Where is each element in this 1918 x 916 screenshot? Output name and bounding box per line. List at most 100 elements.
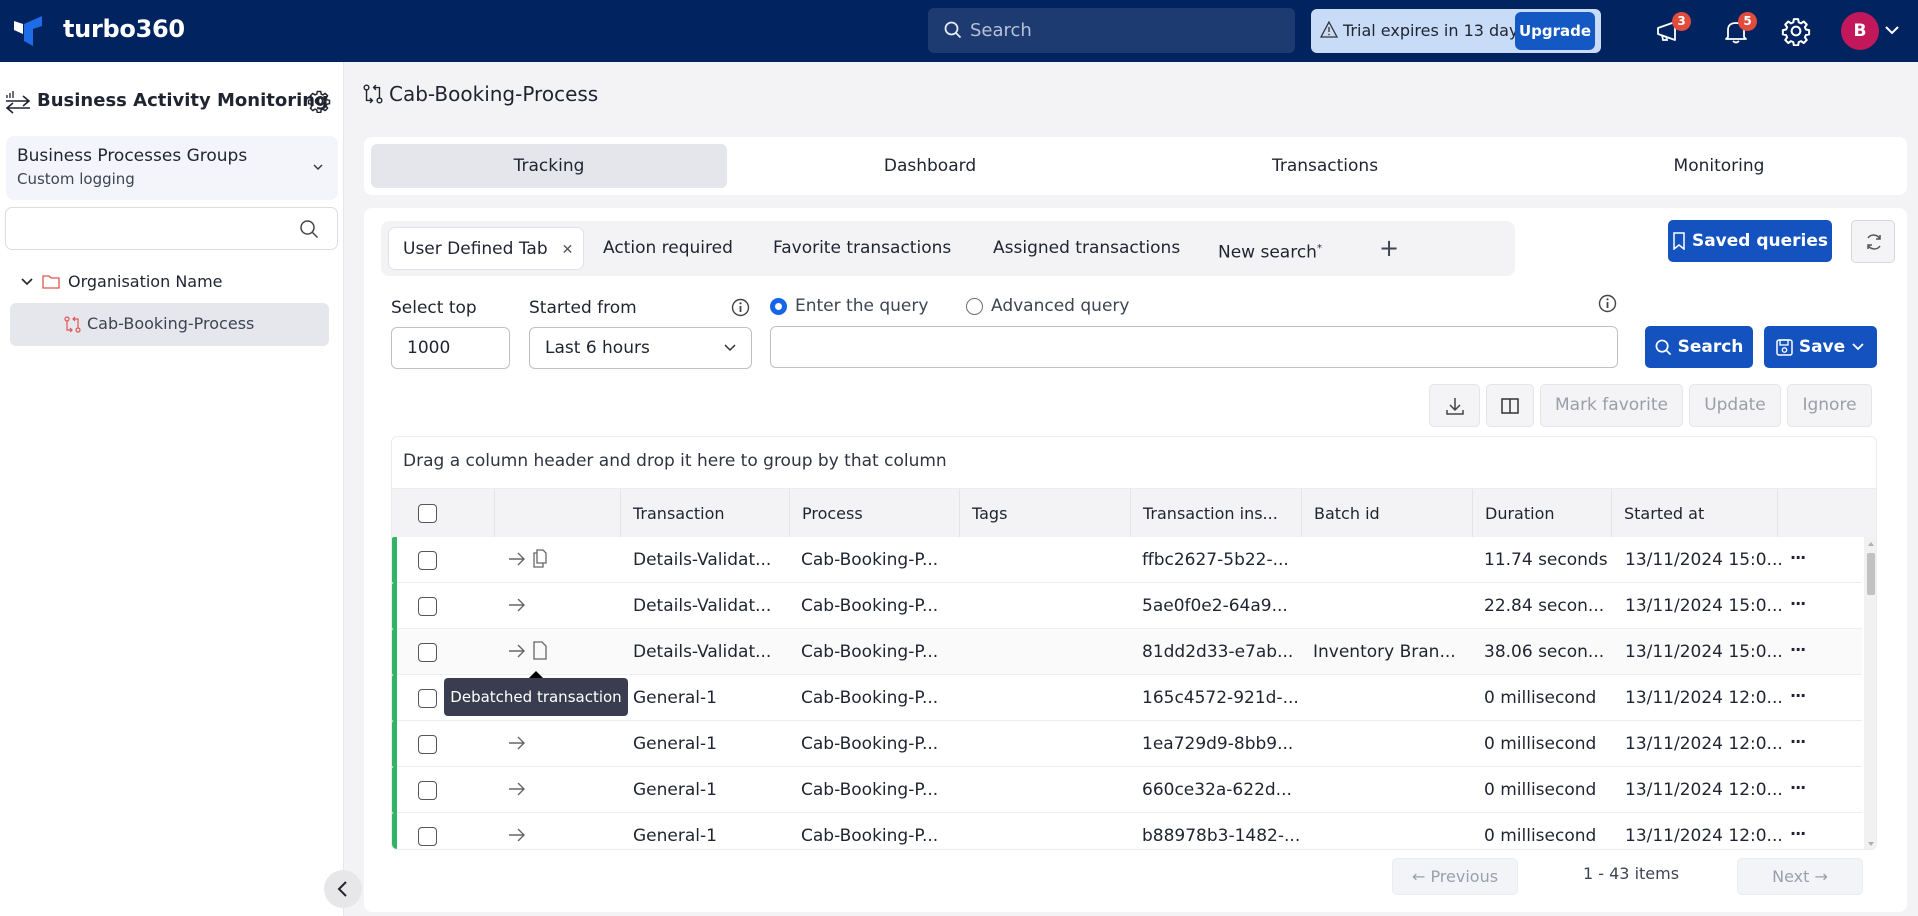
status-indicator [392,629,397,675]
process-group-selector[interactable]: Business Processes Groups Custom logging [6,136,338,200]
select-top-input[interactable]: 1000 [391,327,510,369]
arrow-right-icon[interactable] [508,597,526,613]
tree-item-cab-booking-process[interactable]: Cab-Booking-Process [10,303,329,346]
tab-transactions[interactable]: Transactions [1147,144,1503,188]
table-row[interactable]: General-1 Cab-Booking-P... b88978b3-1482-.… [392,813,1862,849]
scroll-up-arrow[interactable] [1868,542,1874,546]
header-batch-id[interactable]: Batch id [1302,489,1473,538]
arrow-right-icon[interactable] [508,735,526,751]
next-page-button[interactable]: Next → [1737,858,1863,895]
arrow-right-icon[interactable] [508,781,526,797]
row-checkbox[interactable] [418,827,437,846]
collapse-sidebar-button[interactable] [324,870,362,908]
chevron-down-icon [1852,343,1864,351]
chevron-down-icon[interactable] [20,276,34,288]
mark-favorite-button[interactable]: Mark favorite [1540,384,1683,427]
scroll-down-arrow[interactable] [1868,842,1874,846]
subtab-user-defined[interactable]: User Defined Tab ✕ [388,227,584,270]
header-tags[interactable]: Tags [960,489,1131,538]
bookmark-icon [1673,232,1685,250]
tab-monitoring[interactable]: Monitoring [1541,144,1897,188]
update-button[interactable]: Update [1689,384,1781,427]
announcements-badge: 3 [1672,12,1691,31]
more-actions-icon[interactable]: ··· [1790,732,1806,751]
more-actions-icon[interactable]: ··· [1790,548,1806,567]
header-duration[interactable]: Duration [1473,489,1612,538]
table-row[interactable]: Details-Validat... Cab-Booking-P... 5ae0f0… [392,583,1862,629]
page-title-text: Cab-Booking-Process [389,82,599,106]
row-checkbox[interactable] [418,735,437,754]
save-button[interactable]: Save [1764,326,1877,368]
radio-enter-query[interactable]: Enter the query [770,296,928,316]
info-icon[interactable] [1598,294,1617,313]
arrow-right-icon[interactable] [508,643,526,659]
arrow-right-icon[interactable] [508,551,526,567]
upgrade-button[interactable]: Upgrade [1515,12,1595,50]
gear-icon[interactable] [307,89,331,113]
row-checkbox[interactable] [418,689,437,708]
add-tab-button[interactable]: + [1379,233,1399,263]
tab-tracking[interactable]: Tracking [371,144,727,188]
notifications-button[interactable]: 5 [1721,12,1757,46]
row-checkbox[interactable] [418,781,437,800]
announcements-button[interactable]: 3 [1655,12,1691,46]
document-icon[interactable] [532,641,548,660]
query-input[interactable] [770,326,1618,368]
header-transaction[interactable]: Transaction [621,489,790,538]
close-icon[interactable]: ✕ [562,242,574,258]
brand-name[interactable]: turbo360 [63,15,185,43]
chevron-down-icon[interactable] [1884,22,1900,38]
top-navigation-bar: turbo360 Search Trial expires in 13 days… [0,0,1918,62]
table-row[interactable]: Details-Validat... Cab-Booking-P... ffbc26… [392,537,1862,583]
radio-label: Advanced query [991,296,1130,316]
download-icon [1445,397,1464,415]
user-avatar[interactable]: B [1841,12,1879,50]
settings-button[interactable] [1781,16,1811,46]
more-actions-icon[interactable]: ··· [1790,686,1806,705]
search-button[interactable]: Search [1645,326,1753,368]
row-checkbox[interactable] [418,643,437,662]
cell-transaction: Details-Validat... [633,550,772,570]
more-actions-icon[interactable]: ··· [1790,594,1806,613]
subtab-assigned-transactions[interactable]: Assigned transactions [993,227,1180,270]
download-button[interactable] [1429,384,1480,427]
radio-advanced-query[interactable]: Advanced query [966,296,1129,316]
chevron-down-icon [313,164,323,170]
more-actions-icon[interactable]: ··· [1790,640,1806,659]
row-checkbox[interactable] [418,597,437,616]
info-icon[interactable] [731,298,750,317]
grid-vertical-scrollbar[interactable] [1864,537,1876,849]
cell-duration: 0 millisecond [1484,780,1597,800]
global-search-input[interactable]: Search [928,8,1295,53]
scrollbar-thumb[interactable] [1867,553,1875,595]
tree-folder-organisation[interactable]: Organisation Name [20,272,223,291]
more-actions-icon[interactable]: ··· [1790,824,1806,843]
table-row[interactable]: Details-Validat... Cab-Booking-P... 81dd2d… [392,629,1862,675]
header-transaction-instance[interactable]: Transaction ins... [1131,489,1302,538]
header-select-all[interactable] [392,489,495,538]
select-all-checkbox[interactable] [418,504,437,523]
table-row[interactable]: General-1 Cab-Booking-P... 1ea729d9-8bb9..… [392,721,1862,767]
refresh-button[interactable] [1851,220,1895,263]
ignore-button[interactable]: Ignore [1787,384,1872,427]
group-panel-hint[interactable]: Drag a column header and drop it here to… [403,451,947,471]
sidebar-search-input[interactable] [5,207,338,250]
saved-queries-button[interactable]: Saved queries [1668,220,1832,262]
arrow-right-icon[interactable] [508,827,526,843]
subtab-action-required[interactable]: Action required [603,227,733,270]
sidebar-title: Business Activity Monitoring [37,90,328,111]
row-checkbox[interactable] [418,551,437,570]
column-chooser-button[interactable] [1486,384,1534,427]
started-from-select[interactable]: Last 6 hours [529,327,752,369]
copy-documents-icon[interactable] [532,549,548,568]
subtab-favorite-transactions[interactable]: Favorite transactions [773,227,951,270]
header-process[interactable]: Process [790,489,960,538]
turbo360-logo-icon[interactable] [14,16,44,46]
header-started-at[interactable]: Started at [1612,489,1778,538]
previous-page-button[interactable]: ← Previous [1392,858,1518,895]
cell-process: Cab-Booking-P... [801,734,939,754]
table-row[interactable]: General-1 Cab-Booking-P... 660ce32a-622d..… [392,767,1862,813]
tab-dashboard[interactable]: Dashboard [752,144,1108,188]
more-actions-icon[interactable]: ··· [1790,778,1806,797]
subtab-new-search[interactable]: New search* [1218,227,1322,270]
